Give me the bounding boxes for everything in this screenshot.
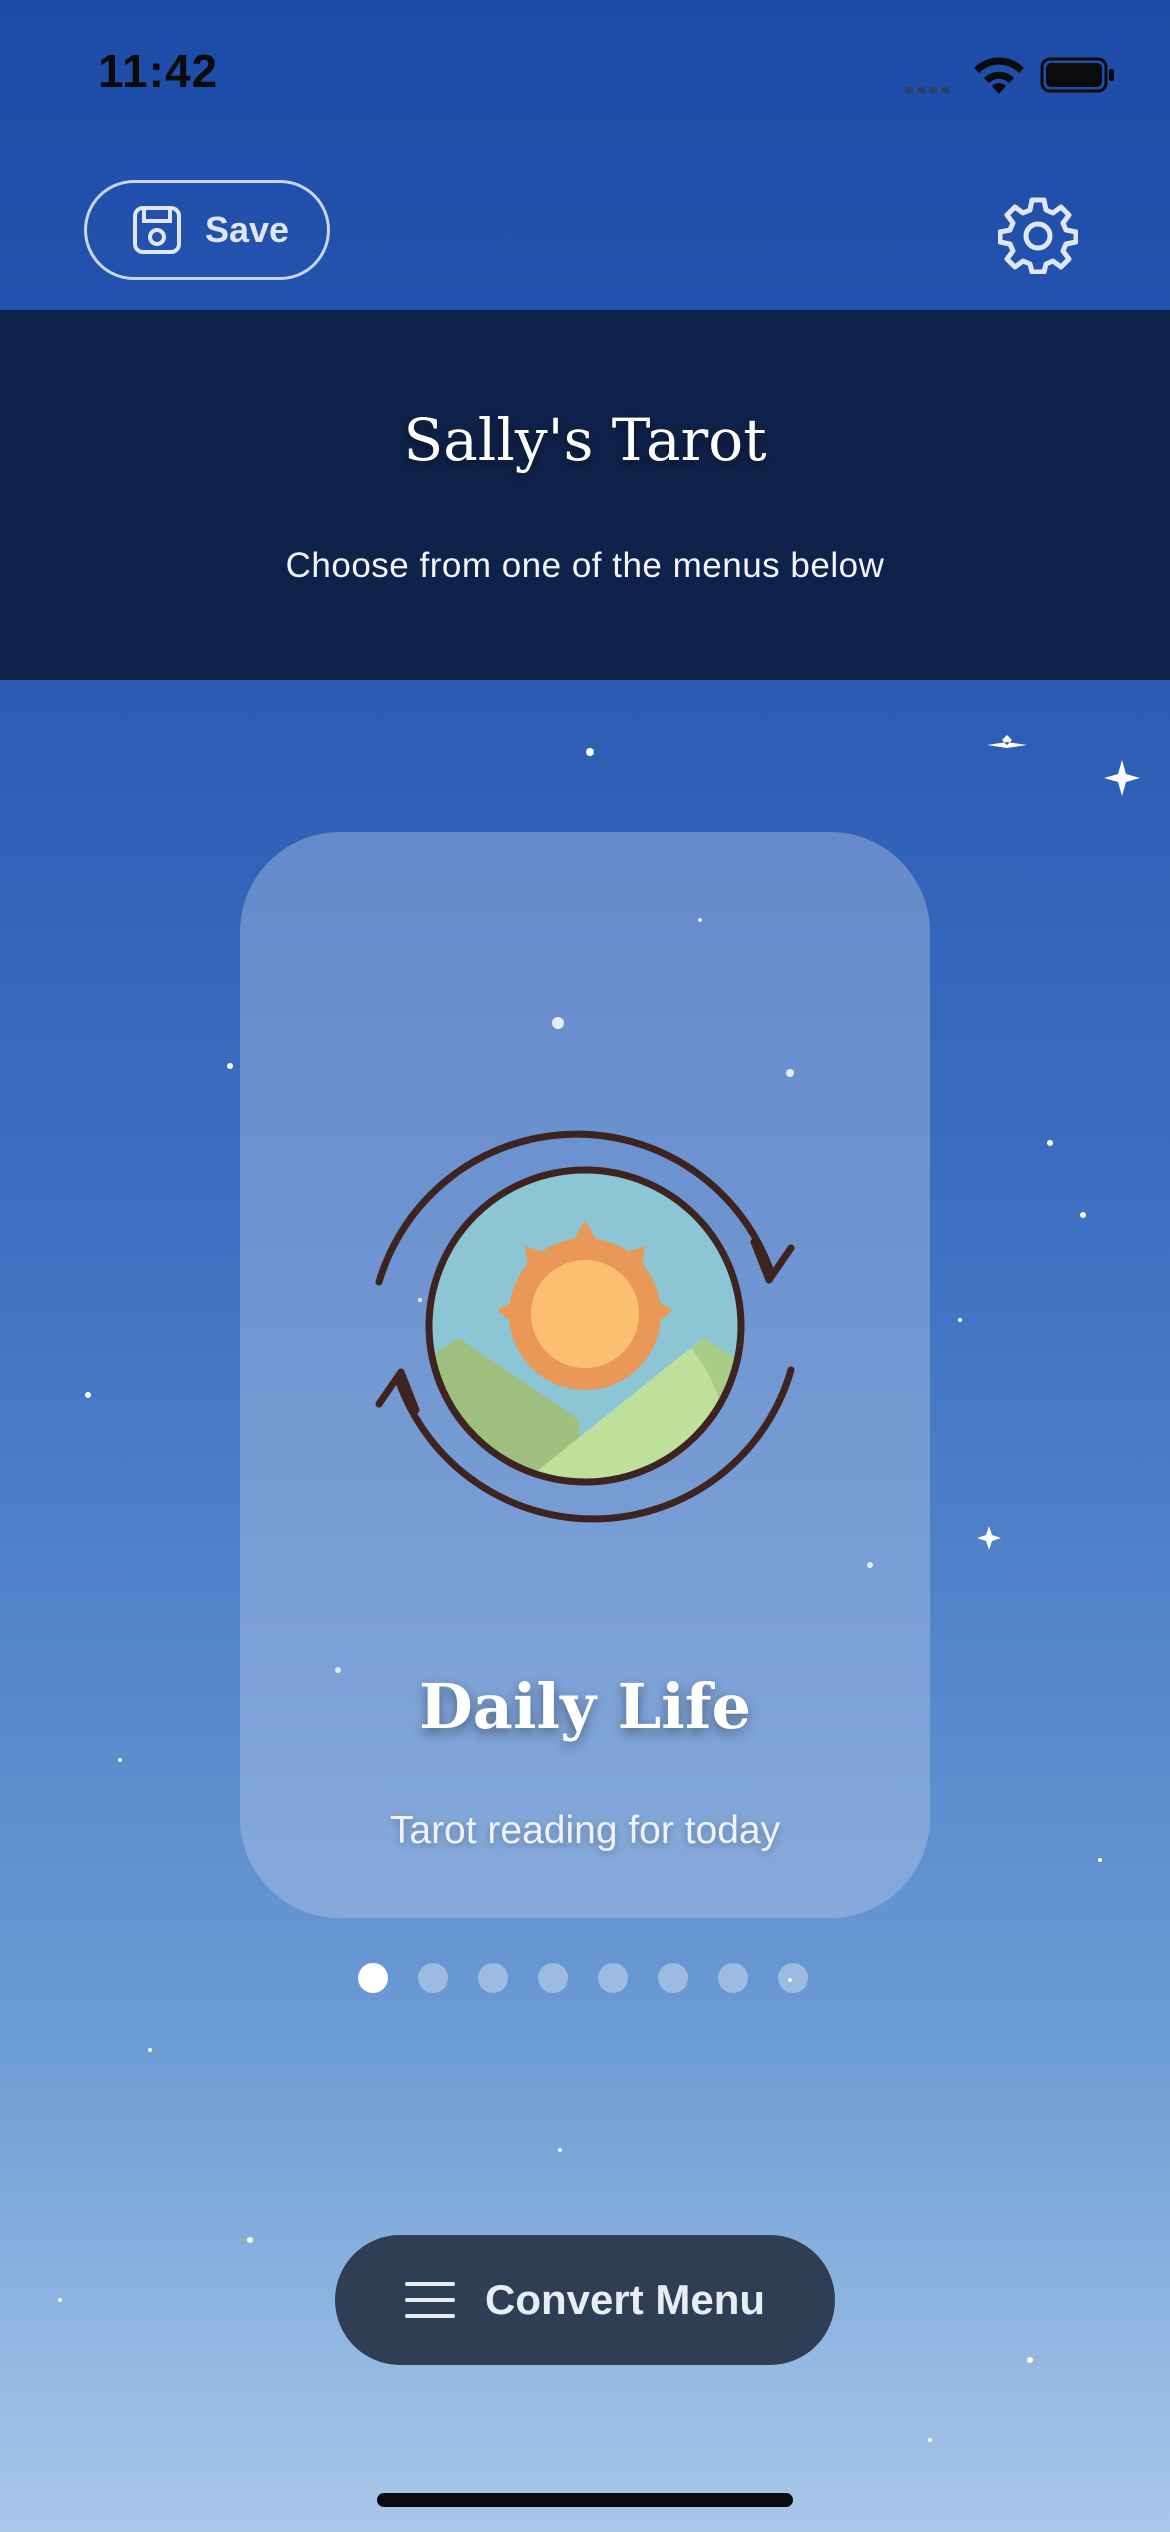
status-time: 11:42 xyxy=(98,45,219,97)
cellular-signal-icon xyxy=(905,80,953,98)
save-button-label: Save xyxy=(205,209,290,250)
app-subtitle: Choose from one of the menus below xyxy=(285,546,885,585)
header-band: Sally's Tarot Choose from one of the men… xyxy=(0,310,1170,680)
convert-menu-button[interactable]: Convert Menu xyxy=(335,2235,835,2365)
save-button[interactable]: Save xyxy=(84,180,330,280)
home-indicator[interactable] xyxy=(377,2493,793,2507)
page-indicator[interactable] xyxy=(358,1963,838,1995)
sun-cycle-icon xyxy=(375,1130,795,1523)
hamburger-menu-icon xyxy=(404,2282,455,2318)
page-dot[interactable] xyxy=(478,1963,508,1993)
menu-card-daily-life[interactable]: Daily Life Tarot reading for today xyxy=(240,832,930,1918)
convert-menu-label: Convert Menu xyxy=(484,2276,765,2323)
page-dot[interactable] xyxy=(778,1963,808,1993)
page-dot[interactable] xyxy=(718,1963,748,1993)
wifi-icon xyxy=(974,57,1024,94)
page-dot[interactable] xyxy=(598,1963,628,1993)
page-dot[interactable] xyxy=(538,1963,568,1993)
gear-icon[interactable] xyxy=(998,194,1078,274)
floppy-disk-icon xyxy=(133,206,181,254)
page-dot[interactable] xyxy=(418,1963,448,1993)
page-dot[interactable] xyxy=(658,1963,688,1993)
card-subtitle: Tarot reading for today xyxy=(389,1809,781,1852)
battery-icon xyxy=(1040,57,1114,93)
app-title: Sally's Tarot xyxy=(403,406,767,474)
card-title: Daily Life xyxy=(419,1670,751,1743)
page-dot[interactable] xyxy=(358,1963,388,1993)
status-bar: 11:42 xyxy=(0,0,1170,140)
